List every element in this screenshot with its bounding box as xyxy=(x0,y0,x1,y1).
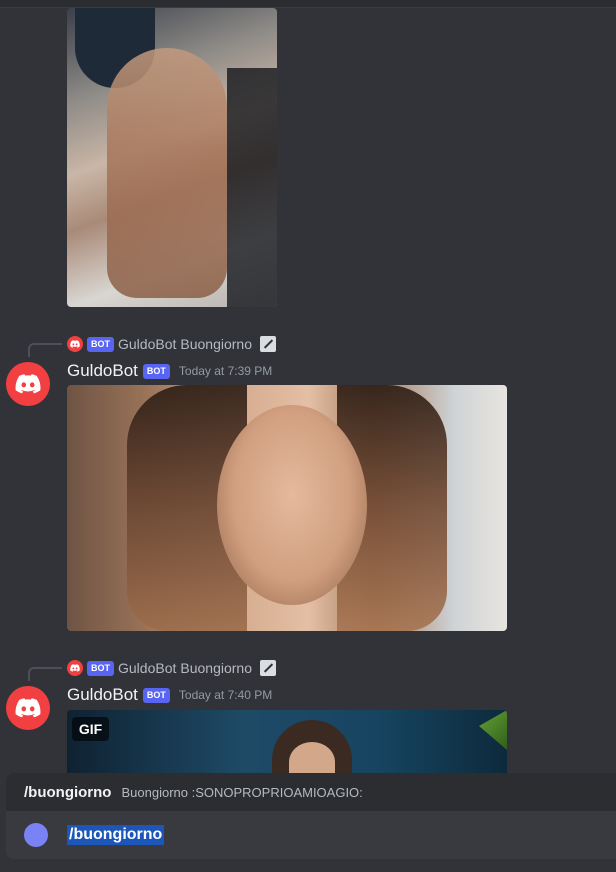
reply-author[interactable]: GuldoBot xyxy=(118,336,176,352)
username[interactable]: GuldoBot xyxy=(67,685,138,705)
message-header: GuldoBot BOT Today at 7:40 PM xyxy=(67,685,272,705)
username[interactable]: GuldoBot xyxy=(67,361,138,381)
channel-top-border xyxy=(0,0,616,8)
message-input[interactable]: /buongiorno xyxy=(67,825,165,845)
command-name: /buongiorno xyxy=(24,783,112,801)
avatar[interactable] xyxy=(6,686,50,730)
bot-tag: BOT xyxy=(87,336,114,352)
reply-author[interactable]: GuldoBot xyxy=(118,660,176,676)
reply-preview[interactable]: BOT GuldoBot Buongiorno xyxy=(67,659,276,677)
reply-text: Buongiorno xyxy=(180,336,252,352)
avatar[interactable] xyxy=(6,362,50,406)
gif-badge: GIF xyxy=(72,717,109,741)
image-attachment-2[interactable] xyxy=(67,385,507,631)
reply-preview[interactable]: BOT GuldoBot Buongiorno xyxy=(67,335,276,353)
timestamp: Today at 7:39 PM xyxy=(178,364,273,378)
bot-tag: BOT xyxy=(142,687,170,703)
command-description: Buongiorno :SONOPROPRIOAMIOAGIO: xyxy=(121,784,363,800)
discord-logo-icon xyxy=(67,336,83,352)
bot-tag: BOT xyxy=(142,363,170,379)
bot-tag: BOT xyxy=(87,660,114,676)
edit-icon xyxy=(260,660,276,676)
reply-text: Buongiorno xyxy=(180,660,252,676)
command-autocomplete-item[interactable]: /buongiorno Buongiorno :SONOPROPRIOAMIOA… xyxy=(6,773,616,811)
message-input-bar[interactable]: /buongiorno xyxy=(6,811,616,859)
edit-icon xyxy=(260,336,276,352)
message-header: GuldoBot BOT Today at 7:39 PM xyxy=(67,361,272,381)
gif-attachment[interactable]: GIF xyxy=(67,710,507,780)
reply-connector xyxy=(28,667,62,681)
reply-connector xyxy=(28,343,62,357)
discord-logo-icon xyxy=(67,660,83,676)
image-attachment-1[interactable] xyxy=(67,8,277,307)
attach-icon[interactable] xyxy=(24,823,48,847)
timestamp: Today at 7:40 PM xyxy=(178,688,273,702)
